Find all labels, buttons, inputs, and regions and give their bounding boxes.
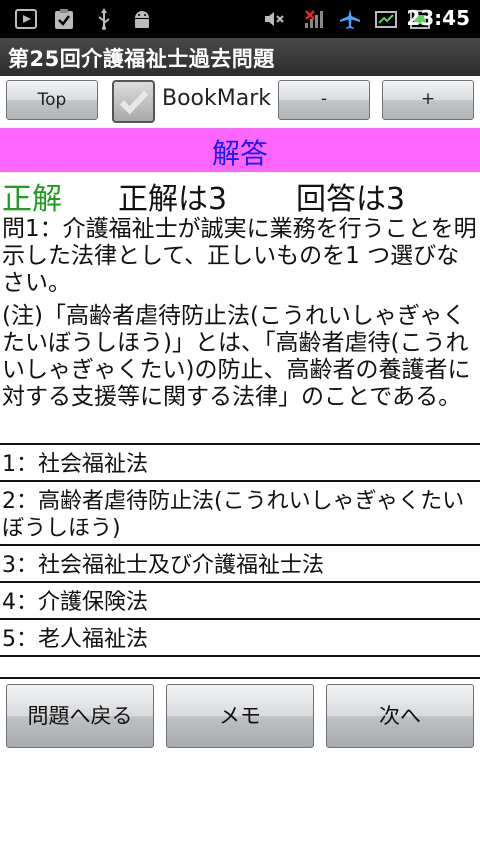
play-store-icon xyxy=(15,9,37,29)
status-bar: 23:45 xyxy=(0,0,480,38)
user-answer: 回答は3 xyxy=(296,182,406,217)
result-judgement: 正解 xyxy=(2,182,62,217)
choice-item[interactable]: 2：高齢者虐待防止法(こうれいしゃぎゃくたいぼうしほう) xyxy=(0,482,480,546)
choice-item[interactable]: 4：介護保険法 xyxy=(0,583,480,620)
result-row: 正解 正解は3 回答は3 xyxy=(0,172,480,217)
question-text: 問1：介護福祉士が誠実に業務を行うことを明示した法律として、正しいものを1 つ選… xyxy=(2,216,477,296)
bottom-button-bar: 問題へ戻る メモ 次へ xyxy=(0,679,480,753)
status-time: 23:45 xyxy=(406,6,470,30)
bookmark-label: BookMark xyxy=(162,86,272,111)
bookmark-checkbox[interactable] xyxy=(112,80,155,123)
usb-icon xyxy=(98,8,110,30)
back-to-question-button[interactable]: 問題へ戻る xyxy=(6,684,154,748)
choice-list: 1：社会福祉法 2：高齢者虐待防止法(こうれいしゃぎゃくたいぼうしほう) 3：社… xyxy=(0,443,480,657)
check-icon xyxy=(119,90,149,115)
app-title-bar: 第25回介護福祉士過去問題 xyxy=(0,38,480,76)
answer-header: 解答 xyxy=(0,128,480,172)
top-button[interactable]: Top xyxy=(6,80,98,120)
answer-header-label: 解答 xyxy=(211,137,268,170)
choice-item[interactable]: 3：社会福祉士及び介護福祉士法 xyxy=(0,546,480,583)
font-size-minus-button[interactable]: - xyxy=(278,80,370,120)
choice-item[interactable]: 1：社会福祉法 xyxy=(0,445,480,482)
choice-item[interactable]: 5：老人福祉法 xyxy=(0,620,480,657)
correct-answer: 正解は3 xyxy=(118,182,228,217)
no-signal-icon xyxy=(305,10,323,28)
toolbar: Top BookMark - + xyxy=(0,76,480,128)
font-size-plus-button[interactable]: + xyxy=(382,80,474,120)
airplane-mode-icon xyxy=(340,9,360,29)
next-button[interactable]: 次へ xyxy=(326,684,474,748)
mute-icon xyxy=(265,12,284,26)
app-title: 第25回介護福祉士過去問題 xyxy=(8,47,275,71)
clipboard-check-icon xyxy=(55,9,73,29)
memo-button[interactable]: メモ xyxy=(166,684,314,748)
question-note: (注)「高齢者虐待防止法(こうれいしゃぎゃくたいぼうしほう)」とは、「高齢者虐待… xyxy=(2,303,471,410)
battery-icon xyxy=(375,11,397,28)
android-debug-icon xyxy=(135,11,149,28)
